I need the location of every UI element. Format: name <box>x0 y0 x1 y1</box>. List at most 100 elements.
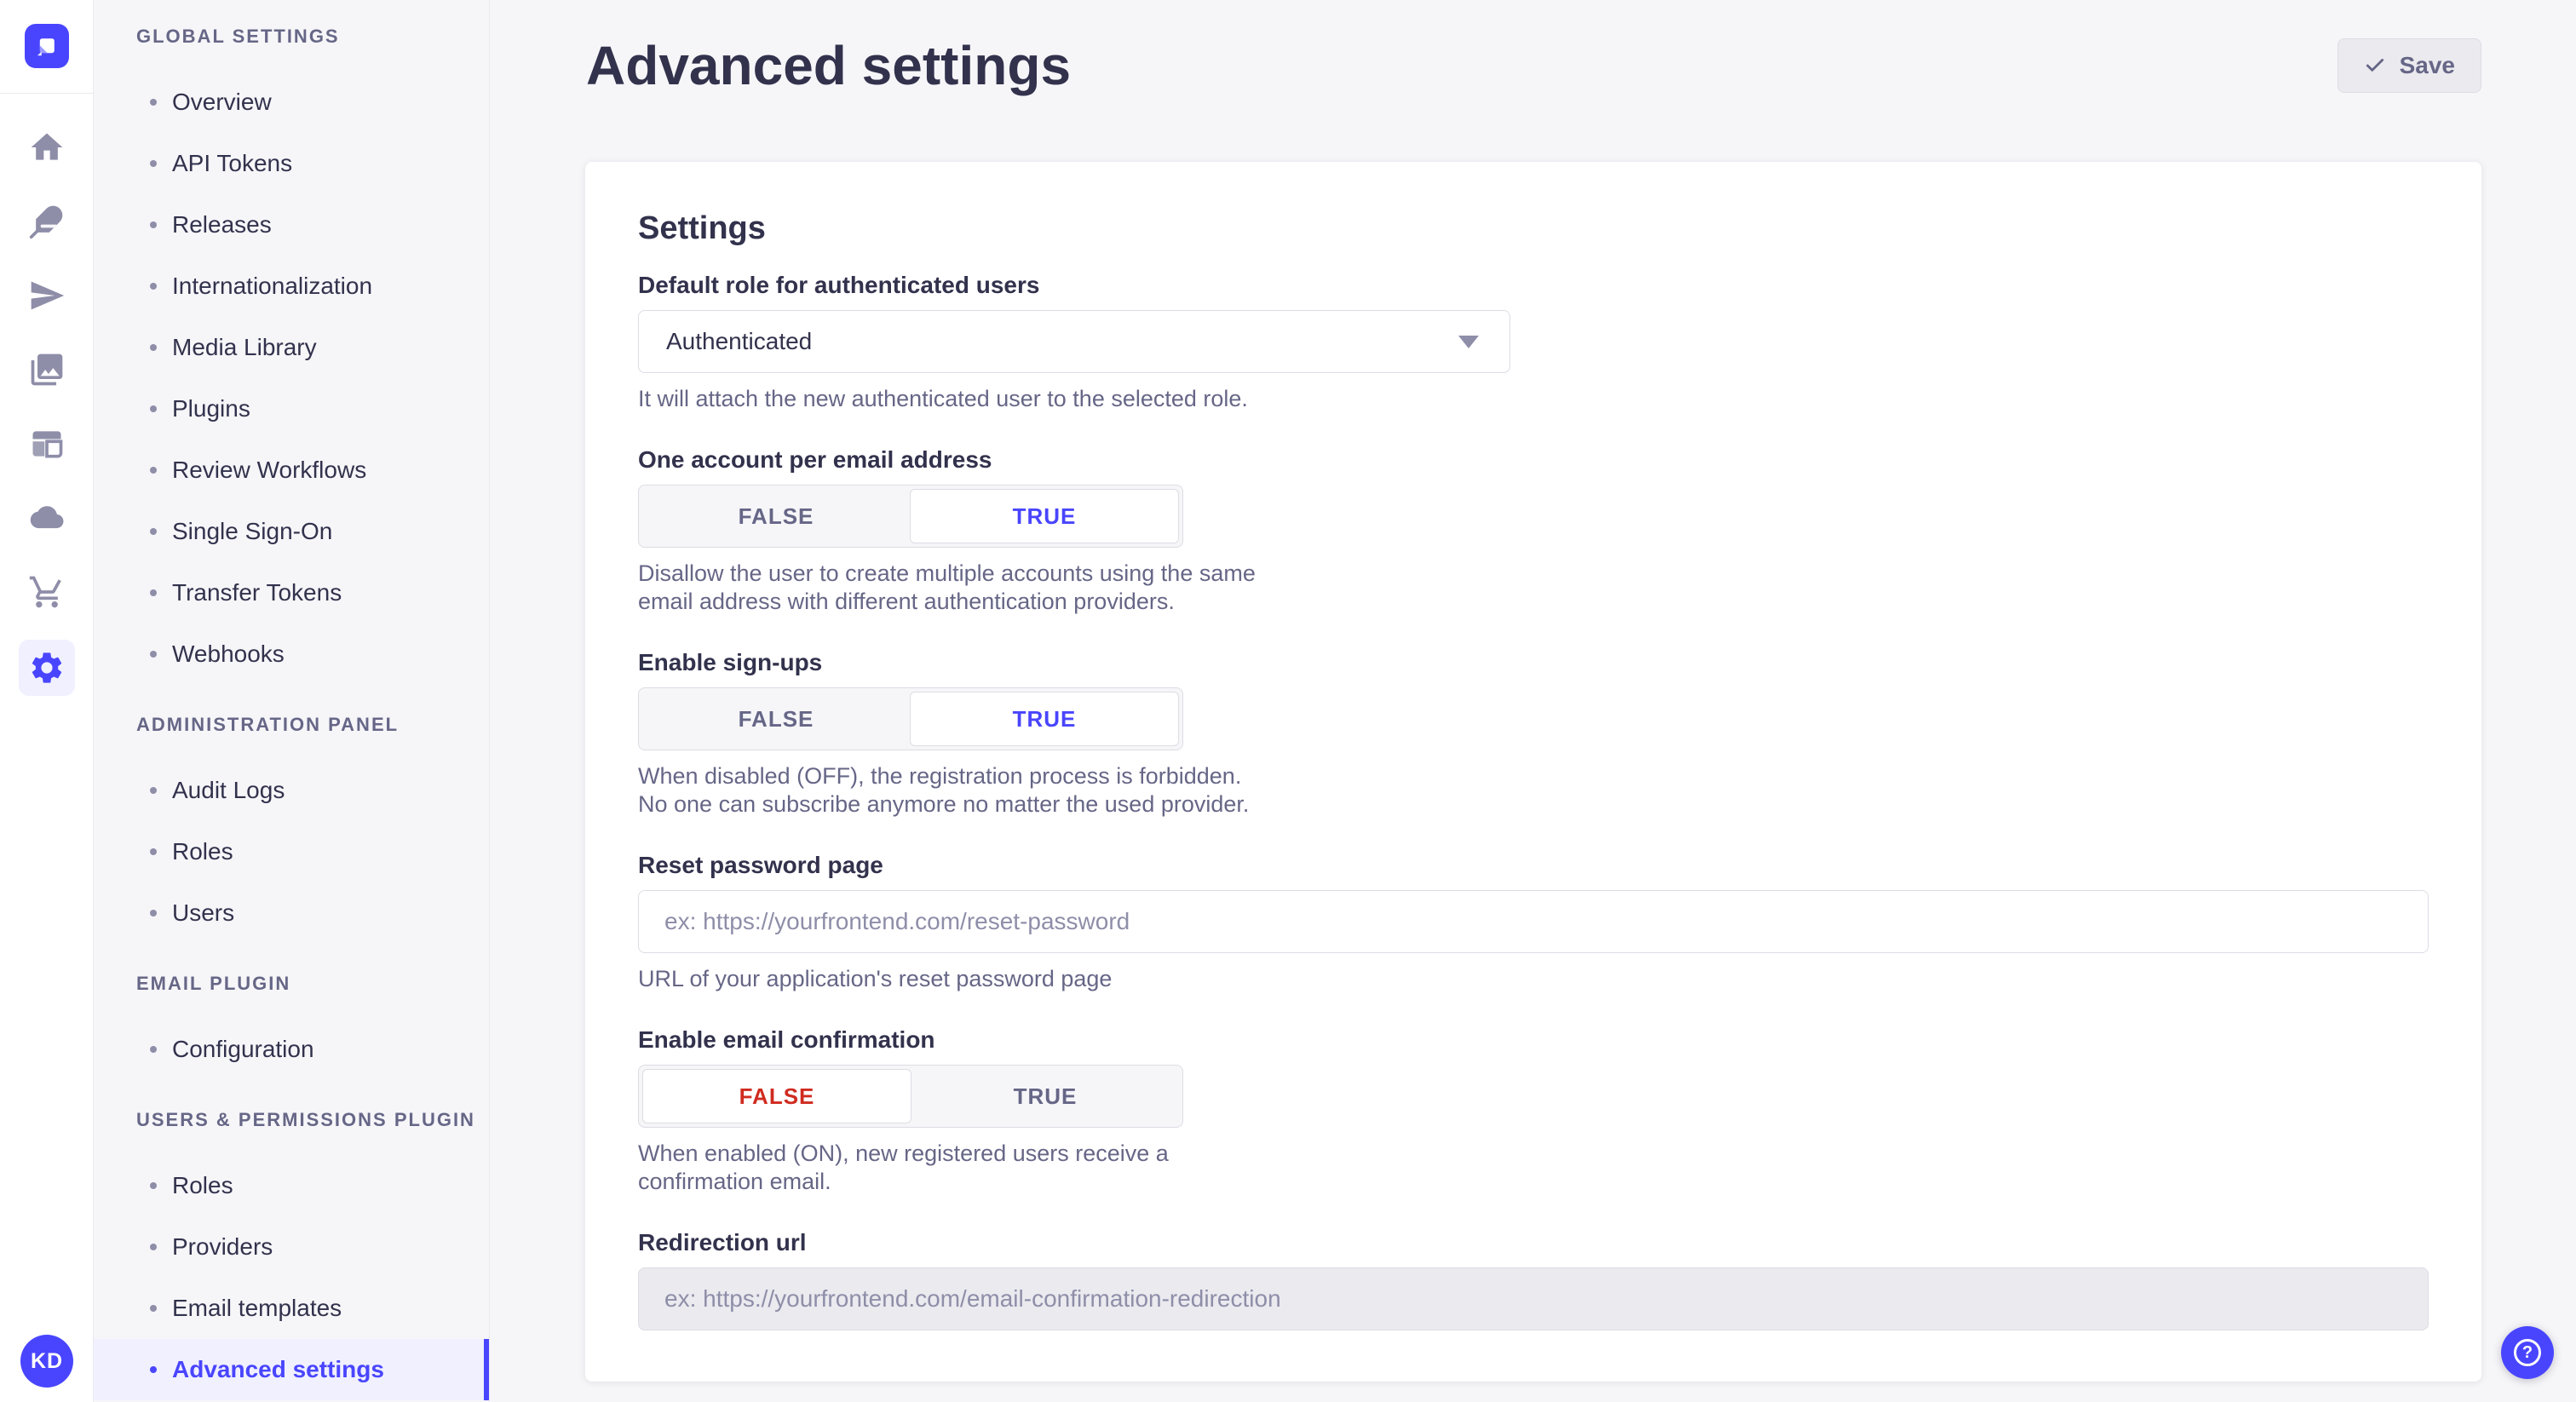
sidebar-item-plugins[interactable]: Plugins <box>94 378 489 440</box>
sidebar-section-administration-panel: Administration Panel Audit Logs Roles Us… <box>94 714 489 944</box>
chevron-down-icon <box>1458 336 1479 348</box>
sidebar-item-api-tokens[interactable]: API Tokens <box>94 133 489 194</box>
default-role-hint: It will attach the new authenticated use… <box>638 385 2429 413</box>
sidebar-item-label: Users <box>172 899 234 927</box>
section-title-global-settings: Global Settings <box>94 26 489 48</box>
sidebar-item-overview[interactable]: Overview <box>94 72 489 133</box>
email-confirmation-false-option[interactable]: FALSE <box>642 1069 911 1123</box>
field-redirection-url: Redirection url <box>638 1228 2429 1330</box>
section-title-administration-panel: Administration Panel <box>94 714 489 736</box>
home-icon[interactable] <box>26 127 67 168</box>
save-button-label: Save <box>2400 52 2455 79</box>
enable-sign-ups-true-option[interactable]: TRUE <box>910 692 1179 746</box>
sidebar-item-transfer-tokens[interactable]: Transfer Tokens <box>94 562 489 623</box>
redirection-url-input <box>638 1267 2429 1330</box>
sidebar-item-email-templates[interactable]: Email templates <box>94 1278 489 1339</box>
field-enable-sign-ups: Enable sign-ups FALSE TRUE When disabled… <box>638 648 2429 819</box>
sidebar-section-global-settings: Global Settings Overview API Tokens Rele… <box>94 26 489 685</box>
send-icon[interactable] <box>26 275 67 316</box>
sidebar-item-admin-roles[interactable]: Roles <box>94 821 489 882</box>
sidebar-item-providers[interactable]: Providers <box>94 1216 489 1278</box>
bullet-icon <box>150 589 157 596</box>
layout-icon[interactable] <box>26 423 67 464</box>
reset-password-hint: URL of your application's reset password… <box>638 965 2429 993</box>
field-one-account-per-email: One account per email address FALSE TRUE… <box>638 445 2429 616</box>
bullet-icon <box>150 848 157 855</box>
sidebar-item-label: Audit Logs <box>172 777 285 804</box>
email-confirmation-hint: When enabled (ON), new registered users … <box>638 1140 1277 1196</box>
settings-gear-icon[interactable] <box>19 640 75 696</box>
default-role-select[interactable]: Authenticated <box>638 310 1510 373</box>
field-default-role: Default role for authenticated users Aut… <box>638 271 2429 413</box>
sidebar-item-label: Single Sign-On <box>172 518 332 545</box>
sidebar-item-media-library[interactable]: Media Library <box>94 317 489 378</box>
bullet-icon <box>150 1182 157 1189</box>
bullet-icon <box>150 1244 157 1250</box>
help-button[interactable]: ? <box>2501 1326 2554 1379</box>
sidebar-item-admin-users[interactable]: Users <box>94 882 489 944</box>
check-icon <box>2364 55 2386 77</box>
settings-sidebar: Global Settings Overview API Tokens Rele… <box>94 0 490 1402</box>
redirection-url-label: Redirection url <box>638 1228 2429 1257</box>
enable-sign-ups-hint: When disabled (OFF), the registration pr… <box>638 762 1277 819</box>
sidebar-item-label: Advanced settings <box>172 1356 384 1383</box>
sidebar-item-single-sign-on[interactable]: Single Sign-On <box>94 501 489 562</box>
media-library-icon[interactable] <box>26 349 67 390</box>
one-account-hint: Disallow the user to create multiple acc… <box>638 560 1277 616</box>
bullet-icon <box>150 221 157 228</box>
sidebar-item-label: Roles <box>172 1172 233 1199</box>
sidebar-item-label: Internationalization <box>172 273 372 300</box>
bullet-icon <box>150 1366 157 1373</box>
sidebar-item-label: Releases <box>172 211 272 238</box>
one-account-false-option[interactable]: FALSE <box>642 489 910 543</box>
enable-sign-ups-toggle: FALSE TRUE <box>638 687 1183 750</box>
bullet-icon <box>150 405 157 412</box>
feather-icon[interactable] <box>26 201 67 242</box>
one-account-toggle: FALSE TRUE <box>638 485 1183 548</box>
sidebar-item-label: Email templates <box>172 1295 342 1322</box>
bullet-icon <box>150 99 157 106</box>
question-mark-icon: ? <box>2514 1339 2541 1366</box>
sidebar-item-review-workflows[interactable]: Review Workflows <box>94 440 489 501</box>
sidebar-item-label: Media Library <box>172 334 317 361</box>
sidebar-item-label: Transfer Tokens <box>172 579 342 606</box>
bullet-icon <box>150 160 157 167</box>
cloud-icon[interactable] <box>26 497 67 538</box>
email-confirmation-true-option[interactable]: TRUE <box>911 1069 1179 1123</box>
page-header: Advanced settings Save <box>490 0 2576 94</box>
bullet-icon <box>150 910 157 916</box>
sidebar-item-up-roles[interactable]: Roles <box>94 1155 489 1216</box>
sidebar-item-webhooks[interactable]: Webhooks <box>94 623 489 685</box>
sidebar-item-label: Overview <box>172 89 272 116</box>
strapi-logo-icon <box>32 32 61 60</box>
save-button[interactable]: Save <box>2337 38 2481 93</box>
reset-password-input[interactable] <box>638 890 2429 953</box>
sidebar-item-releases[interactable]: Releases <box>94 194 489 256</box>
main-content: Advanced settings Save Settings Default … <box>490 0 2576 1402</box>
cart-icon[interactable] <box>26 572 67 612</box>
settings-section-title: Settings <box>638 210 2429 247</box>
section-title-users-permissions-plugin: Users & Permissions plugin <box>94 1109 489 1131</box>
sidebar-item-email-configuration[interactable]: Configuration <box>94 1019 489 1080</box>
strapi-logo[interactable] <box>25 24 69 68</box>
sidebar-item-audit-logs[interactable]: Audit Logs <box>94 760 489 821</box>
page-title: Advanced settings <box>586 37 1071 94</box>
bullet-icon <box>150 787 157 794</box>
user-avatar[interactable]: KD <box>20 1335 73 1388</box>
enable-sign-ups-false-option[interactable]: FALSE <box>642 692 910 746</box>
sidebar-item-advanced-settings[interactable]: Advanced settings <box>94 1339 489 1400</box>
reset-password-label: Reset password page <box>638 851 2429 880</box>
sidebar-section-email-plugin: Email Plugin Configuration <box>94 973 489 1080</box>
default-role-label: Default role for authenticated users <box>638 271 2429 300</box>
sidebar-section-users-permissions-plugin: Users & Permissions plugin Roles Provide… <box>94 1109 489 1400</box>
email-confirmation-label: Enable email confirmation <box>638 1026 2429 1054</box>
sidebar-item-internationalization[interactable]: Internationalization <box>94 256 489 317</box>
sidebar-item-label: Plugins <box>172 395 250 422</box>
sidebar-item-label: Providers <box>172 1233 273 1261</box>
enable-sign-ups-label: Enable sign-ups <box>638 648 2429 677</box>
settings-card: Settings Default role for authenticated … <box>585 162 2481 1382</box>
sidebar-item-label: API Tokens <box>172 150 292 177</box>
one-account-true-option[interactable]: TRUE <box>910 489 1179 543</box>
rail-divider <box>0 93 94 94</box>
default-role-selected-value: Authenticated <box>666 328 812 355</box>
